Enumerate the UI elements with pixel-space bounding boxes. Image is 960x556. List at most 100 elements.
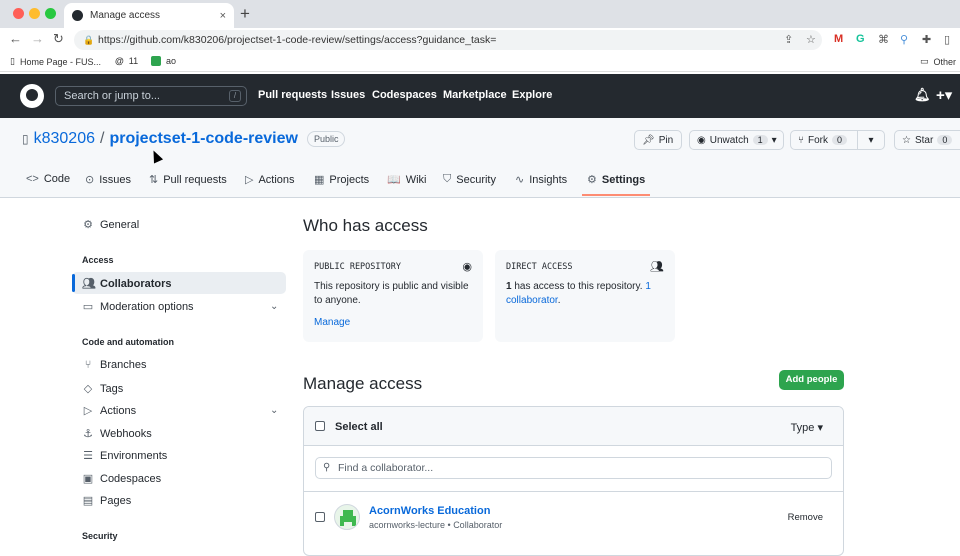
repo-name-link[interactable]: projectset-1-code-review — [109, 130, 298, 148]
direct-access-text: has access to this repository. — [511, 281, 646, 292]
bookmark-star-icon[interactable]: ☆ — [806, 33, 816, 46]
maximize-window-button[interactable] — [45, 8, 56, 19]
server-icon: ☰ — [83, 450, 93, 462]
minimize-window-button[interactable] — [29, 8, 40, 19]
close-window-button[interactable] — [13, 8, 24, 19]
nav-issues[interactable]: Issues — [331, 89, 365, 101]
sidebar-item-environments[interactable]: ☰ Environments — [82, 449, 167, 463]
star-label: Star — [914, 134, 934, 146]
select-all-label: Select all — [335, 421, 383, 433]
member-checkbox[interactable] — [315, 512, 325, 522]
nav-marketplace[interactable]: Marketplace — [443, 89, 507, 101]
fork-count: 0 — [832, 135, 848, 145]
nav-explore[interactable]: Explore — [512, 89, 552, 101]
graph-icon: ∿ — [515, 174, 525, 186]
repo-title: ▯ k830206 / projectset-1-code-review Pub… — [22, 130, 346, 148]
address-bar-row: ← → ↻ 🔒 https://github.com/k830206/proje… — [0, 28, 960, 52]
book-icon: 📖 — [387, 174, 401, 186]
tab-projects[interactable]: ▦ Projects — [314, 173, 369, 187]
find-collaborator-input[interactable]: ⚲ Find a collaborator... — [315, 457, 832, 479]
tab-insights[interactable]: ∿ Insights — [515, 173, 568, 187]
issue-icon: ⊙ — [85, 174, 95, 186]
sidebar-item-codespaces[interactable]: ▣ Codespaces — [82, 472, 161, 486]
browser-tab[interactable]: Manage access × — [64, 3, 234, 28]
find-placeholder: Find a collaborator... — [338, 462, 434, 474]
notifications-bell-icon[interactable]: 🔔︎ — [914, 87, 931, 103]
chevron-down-icon[interactable]: ⌄ — [270, 405, 278, 416]
repo-icon: ▯ — [22, 132, 29, 146]
tab-wiki[interactable]: 📖 Wiki — [387, 173, 427, 187]
magnifier-extension-icon[interactable]: ⚲ — [900, 33, 908, 46]
sidebar-item-label: Actions — [100, 404, 137, 417]
gmail-extension-icon[interactable]: M — [834, 33, 843, 45]
back-arrow-icon[interactable]: ← — [9, 31, 22, 46]
repo-owner-link[interactable]: k830206 — [34, 130, 95, 148]
tab-settings[interactable]: ⚙ Settings — [587, 173, 645, 187]
table-icon: ▦ — [314, 174, 325, 186]
nav-codespaces[interactable]: Codespaces — [372, 89, 437, 101]
sidebar-item-moderation[interactable]: ▭ Moderation options — [82, 300, 194, 314]
sidebar-item-actions[interactable]: ▷ Actions — [82, 404, 137, 418]
url-field[interactable]: 🔒 https://github.com/k830206/projectset-… — [74, 30, 822, 50]
tab-label: Insights — [529, 173, 568, 186]
card-body: This repository is public and visible to… — [314, 281, 469, 306]
share-icon[interactable]: ⇪ — [784, 33, 793, 46]
pin-button[interactable]: 📌︎ Pin — [634, 130, 682, 150]
forward-arrow-icon[interactable]: → — [31, 31, 44, 46]
unwatch-button[interactable]: ◉ Unwatch 1 ▾ — [689, 130, 784, 150]
sidebar-item-webhooks[interactable]: ⚓︎ Webhooks — [82, 427, 152, 441]
tab-actions[interactable]: ▷ Actions — [245, 173, 295, 187]
star-button[interactable]: ☆ Star 0 — [894, 130, 960, 150]
github-logo-icon[interactable] — [20, 84, 44, 108]
other-bookmarks[interactable]: ▭ Other — [920, 56, 956, 67]
type-filter-dropdown[interactable]: Type ▾ — [791, 421, 823, 434]
manage-visibility-link[interactable]: Manage — [314, 317, 350, 328]
search-placeholder: Search or jump to... — [64, 90, 160, 102]
extension-icon[interactable]: ⌘ — [878, 33, 889, 46]
threads-icon: @ — [115, 56, 124, 66]
chevron-down-icon[interactable]: ⌄ — [270, 301, 278, 312]
card-heading: DIRECT ACCESS — [506, 262, 573, 272]
table-header: Select all Type ▾ — [304, 407, 843, 446]
star-count: 0 — [937, 135, 953, 145]
nav-pull-requests[interactable]: Pull requests — [258, 89, 327, 101]
sidebar-item-collaborators[interactable]: 👥︎ Collaborators — [82, 277, 172, 291]
sidebar-item-pages[interactable]: ▤ Pages — [82, 494, 131, 508]
bookmark-home-page[interactable]: ▯ Home Page - FUS... — [10, 56, 101, 67]
github-favicon-icon — [72, 10, 83, 21]
bookmark-11[interactable]: @ 11 — [115, 56, 138, 66]
folder-icon: ▭ — [920, 56, 929, 66]
sidebar-item-branches[interactable]: ⑂ Branches — [82, 359, 147, 371]
tab-code[interactable]: <> Code — [26, 173, 70, 185]
sidebar-item-general[interactable]: ⚙ General — [82, 218, 139, 232]
create-new-plus-icon[interactable]: +▾ — [936, 86, 952, 104]
sidebar-item-label: Tags — [100, 382, 124, 395]
search-input[interactable]: Search or jump to... / — [55, 86, 247, 106]
sidebar-panel-icon[interactable]: ▯ — [944, 33, 950, 46]
member-details: acornworks-lecture • Collaborator — [369, 520, 503, 530]
sidebar-item-tags[interactable]: ◇ Tags — [82, 382, 124, 396]
tab-close-icon[interactable]: × — [220, 10, 226, 22]
fork-button[interactable]: ⑂ Fork 0 — [790, 130, 858, 150]
remove-member-button[interactable]: Remove — [788, 512, 823, 523]
select-all-checkbox[interactable] — [315, 421, 325, 431]
puzzle-extensions-icon[interactable]: ✚ — [922, 33, 931, 46]
collaborators-table: Select all Type ▾ ⚲ Find a collaborator.… — [303, 406, 844, 556]
avatar[interactable] — [334, 504, 360, 530]
tab-security[interactable]: ⛉ Security — [443, 173, 496, 186]
tab-label: Issues — [99, 173, 132, 186]
grammarly-extension-icon[interactable]: G — [856, 33, 865, 45]
reload-icon[interactable]: ↻ — [53, 31, 64, 47]
watch-count: 1 — [752, 135, 768, 145]
tab-pull-requests[interactable]: ⇅ Pull requests — [149, 173, 227, 187]
add-people-button[interactable]: Add people — [779, 370, 844, 390]
fork-dropdown-button[interactable]: ▾ — [857, 130, 885, 150]
bookmark-ao[interactable]: ao — [151, 56, 176, 66]
page-icon: ▯ — [10, 56, 15, 66]
tab-issues[interactable]: ⊙ Issues — [85, 173, 132, 187]
browser-icon: ▤ — [82, 495, 94, 507]
new-tab-button[interactable]: + — [240, 4, 250, 24]
member-name-link[interactable]: AcornWorks Education — [369, 505, 490, 517]
bookmark-label: 11 — [128, 56, 139, 66]
tab-label: Wiki — [405, 173, 427, 186]
